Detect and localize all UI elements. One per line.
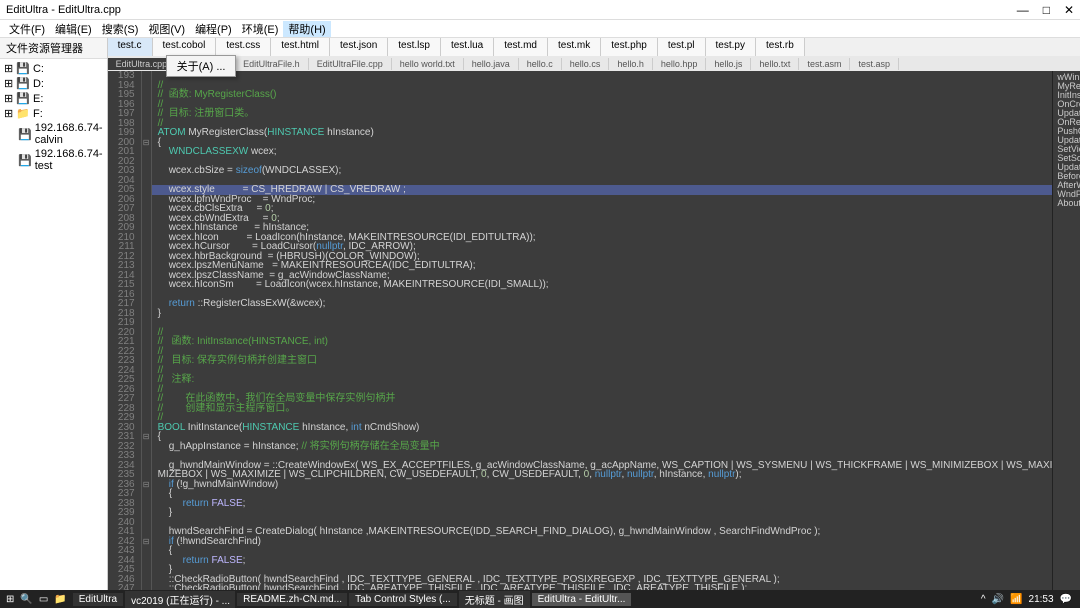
file-tab[interactable]: test.lsp [388, 38, 441, 56]
file-tab[interactable]: test.c [108, 38, 153, 56]
sidebar-title: 文件资源管理器 [0, 38, 107, 59]
menu-env[interactable]: 环境(E) [237, 21, 284, 37]
file-explorer: 文件资源管理器 ⊞ 💾C: ⊞ 💾D: ⊞ 💾E: ⊞ 📁F: 💾192.168… [0, 38, 108, 590]
sub-tab[interactable]: hello.cs [562, 58, 610, 70]
tree-item[interactable]: ⊞ 💾C: [4, 61, 103, 76]
start-area[interactable]: ⊞ 🔍 ▭ 📁 [2, 594, 71, 605]
titlebar: EditUltra - EditUltra.cpp — □ ✕ [0, 0, 1080, 20]
file-tabs: test.ctest.coboltest.csstest.htmltest.js… [108, 38, 1080, 56]
sub-tabs: EditUltra.cppEditUltra.hEditUltraFile.hE… [108, 56, 1080, 71]
start-icon[interactable]: ⊞ [6, 594, 14, 605]
sub-tab[interactable]: hello.java [464, 58, 519, 70]
taskbar: ⊞ 🔍 ▭ 📁 EditUltra vc2019 (正在运行) - ... RE… [0, 590, 1080, 608]
sub-tab[interactable]: EditUltraFile.cpp [309, 58, 392, 70]
task-item[interactable]: README.zh-CN.md... [237, 593, 347, 606]
menubar: 文件(F) 编辑(E) 搜索(S) 视图(V) 编程(P) 环境(E) 帮助(H… [0, 20, 1080, 38]
task-item[interactable]: 无标题 - 画图 [459, 591, 530, 608]
tree-item[interactable]: ⊞ 💾D: [4, 76, 103, 91]
tray-icon[interactable]: 🔊 [992, 594, 1004, 605]
notif-icon[interactable]: 💬 [1060, 594, 1072, 605]
tree-item[interactable]: 💾192.168.6.74-calvin [4, 121, 103, 147]
task-item[interactable]: Tab Control Styles (... [349, 593, 457, 606]
system-tray[interactable]: ^ 🔊 📶 21:53 💬 [981, 594, 1078, 605]
task-item[interactable]: EditUltra - EditUltr... [532, 593, 632, 606]
file-tab[interactable]: test.md [494, 38, 548, 56]
file-tab[interactable]: test.py [706, 38, 756, 56]
sub-tab[interactable]: hello.h [609, 58, 653, 70]
sub-tab[interactable]: hello.js [706, 58, 751, 70]
explorer-icon[interactable]: 📁 [54, 594, 66, 605]
sub-tab[interactable]: hello.txt [751, 58, 799, 70]
menu-program[interactable]: 编程(P) [190, 21, 237, 37]
symbol-panel[interactable]: wWinMainMyRegisterClassInitInstanceOnCre… [1052, 71, 1080, 590]
file-tab[interactable]: test.php [601, 38, 658, 56]
file-tab[interactable]: test.mk [548, 38, 601, 56]
close-button[interactable]: ✕ [1064, 3, 1074, 17]
tray-icon[interactable]: ^ [981, 594, 986, 605]
symbol-item[interactable]: About [1057, 199, 1080, 208]
sub-tab[interactable]: test.asp [850, 58, 899, 70]
maximize-button[interactable]: □ [1043, 3, 1050, 17]
sub-tab[interactable]: hello.hpp [653, 58, 707, 70]
file-tree: ⊞ 💾C: ⊞ 💾D: ⊞ 💾E: ⊞ 📁F: 💾192.168.6.74-ca… [0, 59, 107, 175]
tree-item[interactable]: ⊞ 📁F: [4, 106, 103, 121]
clock[interactable]: 21:53 [1029, 594, 1054, 605]
window-title: EditUltra - EditUltra.cpp [6, 4, 1017, 16]
code-content[interactable]: //// 函数: MyRegisterClass()//// 目标: 注册窗口类… [152, 71, 1053, 590]
file-tab[interactable]: test.css [216, 38, 271, 56]
main-area: 文件资源管理器 ⊞ 💾C: ⊞ 💾D: ⊞ 💾E: ⊞ 📁F: 💾192.168… [0, 38, 1080, 590]
file-tab[interactable]: test.rb [756, 38, 805, 56]
editor-area: test.ctest.coboltest.csstest.htmltest.js… [108, 38, 1080, 590]
task-item[interactable]: vc2019 (正在运行) - ... [125, 591, 235, 608]
menu-about[interactable]: 关于(A) ... [166, 55, 237, 77]
menu-edit[interactable]: 编辑(E) [50, 21, 97, 37]
minimize-button[interactable]: — [1017, 3, 1029, 17]
fold-column[interactable]: ⊟⊟⊟⊟ [142, 71, 152, 590]
task-item[interactable]: EditUltra [73, 593, 123, 606]
tree-item[interactable]: ⊞ 💾E: [4, 91, 103, 106]
file-tab[interactable]: test.lua [441, 38, 494, 56]
menu-search[interactable]: 搜索(S) [97, 21, 144, 37]
sub-tab[interactable]: EditUltraFile.h [235, 58, 309, 70]
sub-tab[interactable]: hello world.txt [392, 58, 464, 70]
sub-tab[interactable]: hello.c [519, 58, 562, 70]
menu-help[interactable]: 帮助(H) [283, 21, 330, 37]
file-tab[interactable]: test.pl [658, 38, 706, 56]
task-view-icon[interactable]: ▭ [39, 594, 48, 605]
line-gutter: 1931941951961971981992002012022032042052… [108, 71, 142, 590]
code-editor[interactable]: 1931941951961971981992002012022032042052… [108, 71, 1080, 590]
menu-view[interactable]: 视图(V) [143, 21, 190, 37]
tray-icon[interactable]: 📶 [1010, 594, 1022, 605]
search-icon[interactable]: 🔍 [20, 594, 32, 605]
tree-item[interactable]: 💾192.168.6.74-test [4, 147, 103, 173]
file-tab[interactable]: test.cobol [153, 38, 217, 56]
file-tab[interactable]: test.json [330, 38, 388, 56]
sub-tab[interactable]: test.asm [799, 58, 850, 70]
menu-file[interactable]: 文件(F) [4, 21, 50, 37]
file-tab[interactable]: test.html [271, 38, 330, 56]
